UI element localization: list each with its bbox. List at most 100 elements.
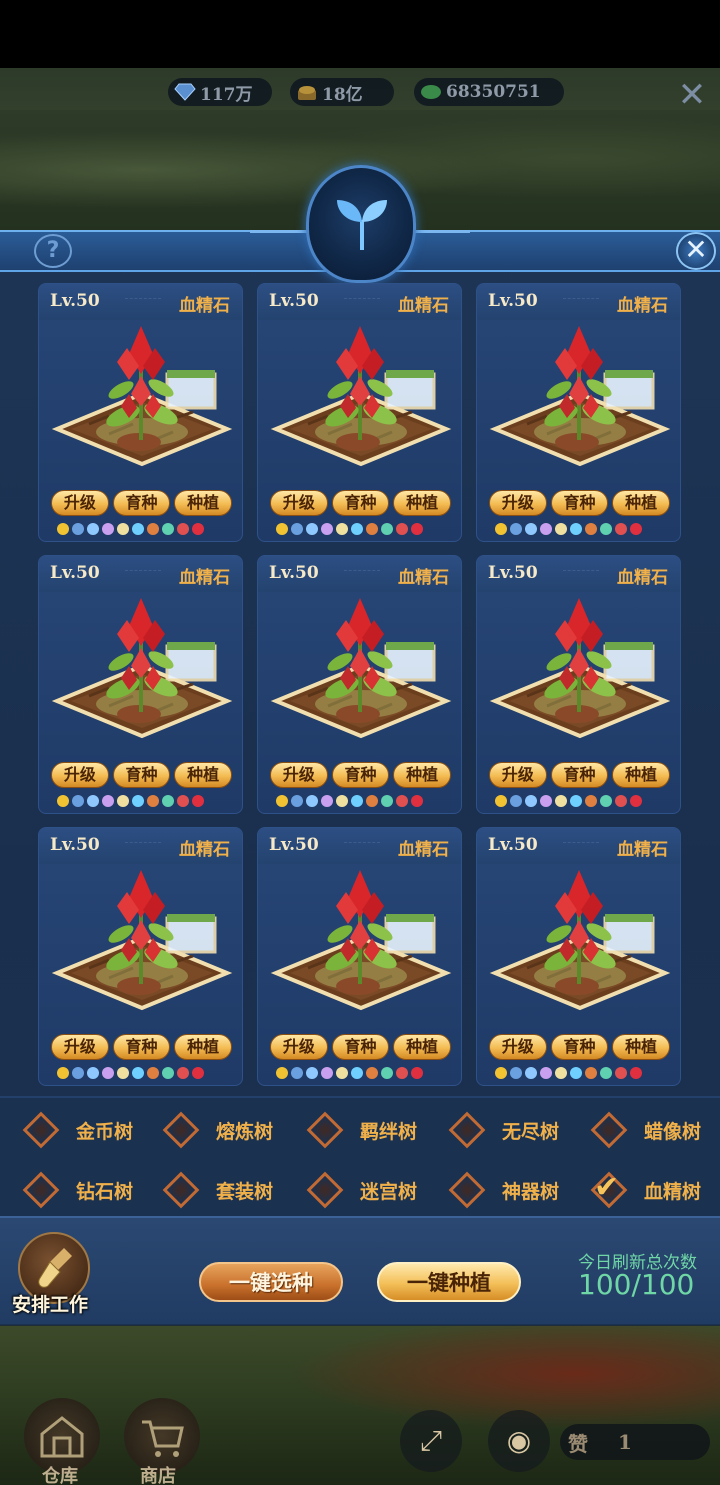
plant-button[interactable]: 种植: [612, 490, 671, 516]
upgrade-button[interactable]: 升级: [489, 762, 547, 788]
help-button[interactable]: ?: [34, 234, 72, 268]
swirl-icon: [510, 795, 522, 807]
upgrade-button[interactable]: 升级: [489, 1034, 547, 1060]
tree-option[interactable]: 钻石树: [20, 1170, 133, 1210]
seed-card[interactable]: Lv.50 血精石 升级 育种 种植: [476, 827, 681, 1086]
expand-icon[interactable]: ⤢: [400, 1410, 462, 1472]
plant-button[interactable]: 种植: [612, 1034, 671, 1060]
tree-option[interactable]: 熔炼树: [160, 1110, 273, 1150]
breed-button[interactable]: 育种: [331, 762, 390, 788]
like-counter[interactable]: 赞 1: [560, 1424, 710, 1460]
seed-card[interactable]: Lv.50 血精石 升级 育种 种植: [257, 827, 462, 1086]
plant-button[interactable]: 种植: [393, 762, 452, 788]
select-all-seeds-button[interactable]: 一键选种: [199, 1262, 343, 1302]
swirl-icon: [291, 795, 303, 807]
card-level: Lv.50: [269, 835, 319, 855]
seed-card[interactable]: Lv.50 血精石 升级 育种 种植: [257, 283, 462, 542]
breed-button[interactable]: 育种: [112, 1034, 171, 1060]
wing-icon: [525, 523, 537, 535]
plant-button[interactable]: 种植: [612, 762, 671, 788]
card-level: Lv.50: [269, 563, 319, 583]
breed-button[interactable]: 育种: [112, 490, 171, 516]
upgrade-button[interactable]: 升级: [270, 762, 328, 788]
orb-icon: [381, 795, 393, 807]
shop-label[interactable]: 商店: [140, 1462, 176, 1485]
attribute-icons: [276, 1066, 451, 1080]
card-seed-name: 血精石: [398, 296, 449, 316]
attribute-icons: [57, 522, 232, 536]
seed-card[interactable]: Lv.50 血精石 升级 育种 种植: [476, 283, 681, 542]
card-seed-name: 血精石: [398, 840, 449, 860]
breed-button[interactable]: 育种: [331, 1034, 390, 1060]
tree-option[interactable]: 蜡像树: [588, 1110, 701, 1150]
orb-icon: [600, 795, 612, 807]
plant-button[interactable]: 种植: [174, 490, 233, 516]
wing-icon: [525, 795, 537, 807]
tree-option[interactable]: 无尽树: [446, 1110, 559, 1150]
plant-button[interactable]: 种植: [174, 1034, 233, 1060]
tree-option[interactable]: 羁绊树: [304, 1110, 417, 1150]
card-actions: 升级 育种 种植: [51, 1034, 233, 1060]
diamond-frame-icon: [448, 1111, 486, 1149]
attribute-icons: [57, 794, 232, 808]
ring-icon: [540, 795, 552, 807]
armor-icon: [147, 523, 159, 535]
breed-button[interactable]: 育种: [550, 490, 609, 516]
top-close-icon[interactable]: ✕: [676, 78, 708, 112]
card-divider: [563, 842, 599, 843]
attribute-icons: [495, 1066, 670, 1080]
tree-option[interactable]: 金币树: [20, 1110, 133, 1150]
card-divider: [125, 842, 161, 843]
card-divider: [344, 842, 380, 843]
card-divider: [125, 298, 161, 299]
blood-crystal-plant-image: [49, 596, 235, 756]
seed-card[interactable]: Lv.50 血精石 升级 育种 种植: [38, 555, 243, 814]
plant-button[interactable]: 种植: [174, 762, 233, 788]
upgrade-button[interactable]: 升级: [489, 490, 547, 516]
crystal-icon: [630, 523, 642, 535]
card-actions: 升级 育种 种植: [270, 490, 452, 516]
upgrade-button[interactable]: 升级: [270, 490, 328, 516]
seed-card[interactable]: Lv.50 血精石 升级 育种 种植: [257, 555, 462, 814]
gem-icon: [570, 523, 582, 535]
upgrade-button[interactable]: 升级: [51, 762, 109, 788]
upgrade-button[interactable]: 升级: [270, 1034, 328, 1060]
plant-button[interactable]: 种植: [393, 1034, 452, 1060]
diamond-frame-icon: [162, 1111, 200, 1149]
tree-label: 钻石树: [76, 1180, 134, 1203]
tree-option[interactable]: 神器树: [446, 1170, 559, 1210]
upgrade-button[interactable]: 升级: [51, 1034, 109, 1060]
blood-crystal-plant-image: [487, 324, 673, 484]
seed-card[interactable]: Lv.50 血精石 升级 育种 种植: [38, 827, 243, 1086]
panel-close-button[interactable]: ✕: [676, 232, 716, 270]
like-count: 1: [618, 1430, 632, 1454]
card-divider: [563, 570, 599, 571]
armor-icon: [366, 1067, 378, 1079]
gold-icon: [298, 86, 316, 100]
armor-icon: [585, 523, 597, 535]
breed-button[interactable]: 育种: [550, 762, 609, 788]
assign-work-label[interactable]: 安排工作: [12, 1290, 88, 1317]
tree-option[interactable]: 套装树: [160, 1170, 273, 1210]
tree-option[interactable]: ✔ 血精树: [588, 1170, 701, 1210]
plant-all-button[interactable]: 一键种植: [377, 1262, 521, 1302]
status-bar: [0, 0, 720, 68]
plant-button[interactable]: 种植: [393, 490, 452, 516]
breed-button[interactable]: 育种: [331, 490, 390, 516]
seed-card[interactable]: Lv.50 血精石 升级 育种 种植: [476, 555, 681, 814]
orb-icon: [600, 1067, 612, 1079]
blood-crystal-plant-image: [487, 868, 673, 1028]
seed-card[interactable]: Lv.50 血精石 升级 育种 种植: [38, 283, 243, 542]
tree-label: 蜡像树: [644, 1120, 702, 1143]
breed-button[interactable]: 育种: [550, 1034, 609, 1060]
card-seed-name: 血精石: [179, 568, 230, 588]
diamond-frame-icon: [306, 1111, 344, 1149]
camera-icon[interactable]: ◉: [488, 1410, 550, 1472]
breed-button[interactable]: 育种: [112, 762, 171, 788]
upgrade-button[interactable]: 升级: [51, 490, 109, 516]
card-actions: 升级 育种 种植: [489, 1034, 671, 1060]
gold-resource: 18亿: [290, 78, 394, 106]
tree-option[interactable]: 迷宫树: [304, 1170, 417, 1210]
warehouse-label[interactable]: 仓库: [42, 1462, 78, 1485]
diamond-frame-icon: [448, 1171, 486, 1209]
